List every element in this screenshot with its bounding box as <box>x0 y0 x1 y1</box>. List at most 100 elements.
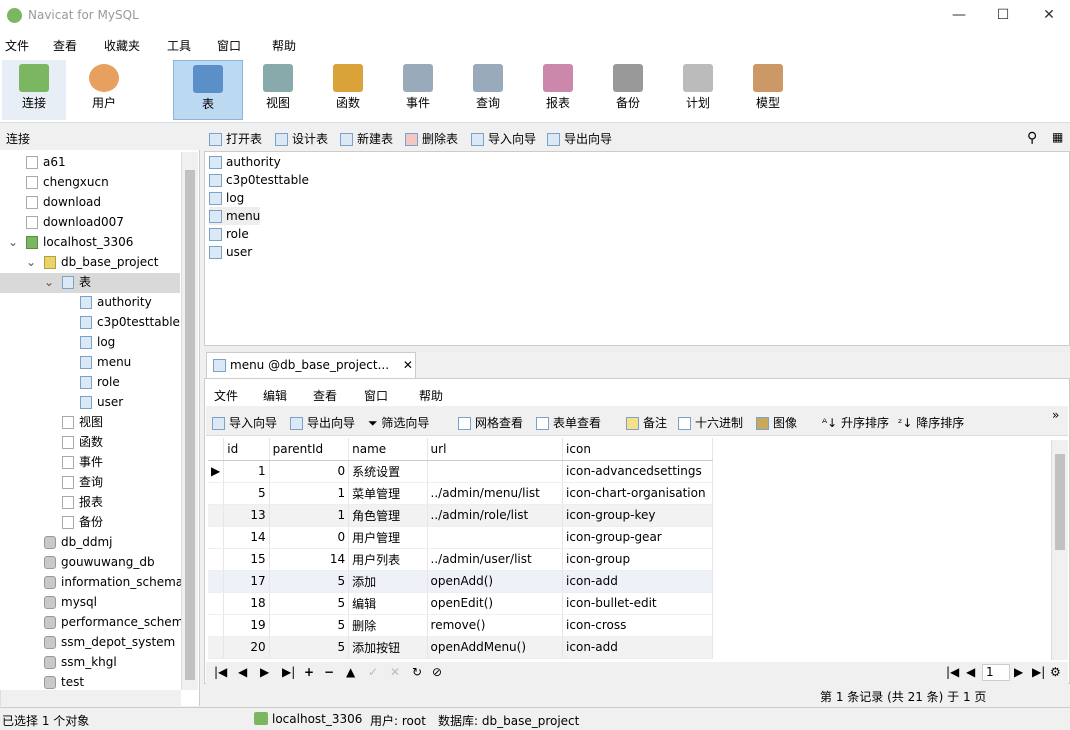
delete-record-button[interactable]: − <box>324 665 334 679</box>
filter-wizard-button[interactable]: ⏷ 筛选向导 <box>368 414 429 431</box>
image-button[interactable]: 图像 <box>756 414 797 431</box>
design-table-button[interactable]: 设计表 <box>275 130 328 147</box>
tree-item[interactable]: information_schema <box>44 572 183 592</box>
sort-asc-button[interactable]: ᴬ↓ 升序排序 <box>822 414 889 431</box>
tree-item[interactable]: db_ddmj <box>44 532 113 552</box>
table-row[interactable]: 20 5 添加按钮 openAddMenu() icon-add <box>208 636 713 659</box>
column-header-parentId[interactable]: parentId <box>269 438 350 461</box>
import-wizard-button[interactable]: 导入向导 <box>212 414 277 431</box>
user-button[interactable]: 用户 <box>72 60 136 120</box>
grid-scroll-thumb[interactable] <box>1055 454 1065 550</box>
report-button[interactable]: 报表 <box>526 60 590 120</box>
tree-item[interactable]: 备份 <box>62 512 103 532</box>
tree-item[interactable]: menu <box>80 352 131 372</box>
tree-item[interactable]: 事件 <box>62 452 103 472</box>
refresh-button[interactable]: ↻ <box>412 665 422 679</box>
stop-button[interactable]: ⊘ <box>432 665 442 679</box>
query-button[interactable]: 查询 <box>456 60 520 120</box>
open-table-button[interactable]: 打开表 <box>209 130 262 147</box>
close-button[interactable]: ✕ <box>1036 4 1062 26</box>
tree-item[interactable]: 查询 <box>62 472 103 492</box>
backup-button[interactable]: 备份 <box>596 60 660 120</box>
inner-menu-view[interactable]: 查看 <box>313 387 337 404</box>
tree-item[interactable]: chengxucn <box>26 172 109 192</box>
table-row[interactable]: 13 1 角色管理 ../admin/role/list icon-group-key <box>208 504 713 527</box>
table-row[interactable]: 18 5 编辑 openEdit() icon-bullet-edit <box>208 592 713 615</box>
tree-item[interactable]: mysql <box>44 592 97 612</box>
menu-favorites[interactable]: 收藏夹 <box>104 37 140 54</box>
list-item[interactable]: user <box>209 243 252 261</box>
tree-item[interactable]: ⌄ 表 <box>44 272 91 292</box>
move-up-button[interactable]: ▲ <box>346 665 355 679</box>
tree-item[interactable]: 视图 <box>62 412 103 432</box>
tree-item[interactable]: a61 <box>26 152 66 172</box>
tree-item[interactable]: ssm_khgl <box>44 652 117 672</box>
expand-arrow-icon[interactable]: ⌄ <box>8 232 18 252</box>
schedule-button[interactable]: 计划 <box>666 60 730 120</box>
column-header-name[interactable]: name <box>348 438 428 461</box>
add-record-button[interactable]: + <box>304 665 314 679</box>
column-header-icon[interactable]: icon <box>562 438 713 461</box>
tree-item[interactable]: authority <box>80 292 152 312</box>
next-record-button[interactable]: ▶ <box>260 665 269 679</box>
page-number-input[interactable]: 1 <box>982 664 1010 681</box>
tree-item[interactable]: gouwuwang_db <box>44 552 155 572</box>
tree-item[interactable]: download007 <box>26 212 124 232</box>
apply-button[interactable]: ✓ <box>368 665 378 679</box>
list-item[interactable]: log <box>209 189 244 207</box>
sort-desc-button[interactable]: ᶻ↓ 降序排序 <box>898 414 964 431</box>
column-header-url[interactable]: url <box>427 438 564 461</box>
menu-view[interactable]: 查看 <box>53 37 77 54</box>
list-item-selected[interactable]: menu <box>209 207 261 225</box>
inner-menu-file[interactable]: 文件 <box>214 387 238 404</box>
new-table-button[interactable]: 新建表 <box>340 130 393 147</box>
grid-view-icon[interactable]: ▦ <box>1052 130 1063 144</box>
grid-view-button[interactable]: 网格查看 <box>458 414 523 431</box>
memo-button[interactable]: 备注 <box>626 414 667 431</box>
list-item[interactable]: c3p0testtable <box>209 171 309 189</box>
table-row[interactable]: ▶ 1 0 系统设置 icon-advancedsettings <box>208 460 713 483</box>
inner-menu-edit[interactable]: 编辑 <box>263 387 287 404</box>
column-header-id[interactable]: id <box>223 438 270 461</box>
connection-button[interactable]: 连接 <box>2 60 66 120</box>
prev-record-button[interactable]: ◀ <box>238 665 247 679</box>
tree-scroll-thumb[interactable] <box>185 170 195 680</box>
view-button[interactable]: 视图 <box>246 60 310 120</box>
tree-item[interactable]: 函数 <box>62 432 103 452</box>
tree-item[interactable]: ⌄ db_base_project <box>26 252 159 272</box>
delete-table-button[interactable]: 删除表 <box>405 130 458 147</box>
grid-vertical-scrollbar[interactable] <box>1051 440 1068 660</box>
minimize-button[interactable]: — <box>946 4 972 26</box>
discard-button[interactable]: ✕ <box>390 665 400 679</box>
menu-tools[interactable]: 工具 <box>167 37 191 54</box>
table-row[interactable]: 5 1 菜单管理 ../admin/menu/list icon-chart-organ… <box>208 482 713 505</box>
tree-item[interactable]: download <box>26 192 101 212</box>
function-button[interactable]: 函数 <box>316 60 380 120</box>
expand-arrow-icon[interactable]: ⌄ <box>44 272 54 292</box>
tree-item[interactable]: 报表 <box>62 492 103 512</box>
last-record-button[interactable]: ▶| <box>282 665 295 679</box>
search-icon[interactable]: ⚲ <box>1027 130 1037 146</box>
tree-item[interactable]: ⌄ localhost_3306 <box>8 232 133 252</box>
model-button[interactable]: 模型 <box>736 60 800 120</box>
tree-item[interactable]: test <box>44 672 84 692</box>
tree-item[interactable]: role <box>80 372 120 392</box>
tree-vertical-scrollbar[interactable] <box>181 152 198 690</box>
inner-menu-help[interactable]: 帮助 <box>419 387 443 404</box>
tree-item[interactable]: c3p0testtable <box>80 312 180 332</box>
tree-item[interactable]: log <box>80 332 115 352</box>
table-button[interactable]: 表 <box>173 60 243 120</box>
tree-horizontal-scrollbar[interactable] <box>0 690 181 706</box>
tab-menu-table[interactable]: menu @db_base_project... ✕ <box>206 352 416 378</box>
tree-item[interactable]: user <box>80 392 123 412</box>
list-item[interactable]: role <box>209 225 249 243</box>
next-page-button[interactable]: ▶ <box>1014 665 1023 679</box>
menu-window[interactable]: 窗口 <box>217 37 241 54</box>
first-record-button[interactable]: |◀ <box>214 665 227 679</box>
list-item[interactable]: authority <box>209 153 281 171</box>
export-wizard-button[interactable]: 导出向导 <box>290 414 355 431</box>
tab-close-icon[interactable]: ✕ <box>403 358 413 372</box>
form-view-button[interactable]: 表单查看 <box>536 414 601 431</box>
import-wizard-button[interactable]: 导入向导 <box>471 130 536 147</box>
first-page-button[interactable]: |◀ <box>946 665 959 679</box>
